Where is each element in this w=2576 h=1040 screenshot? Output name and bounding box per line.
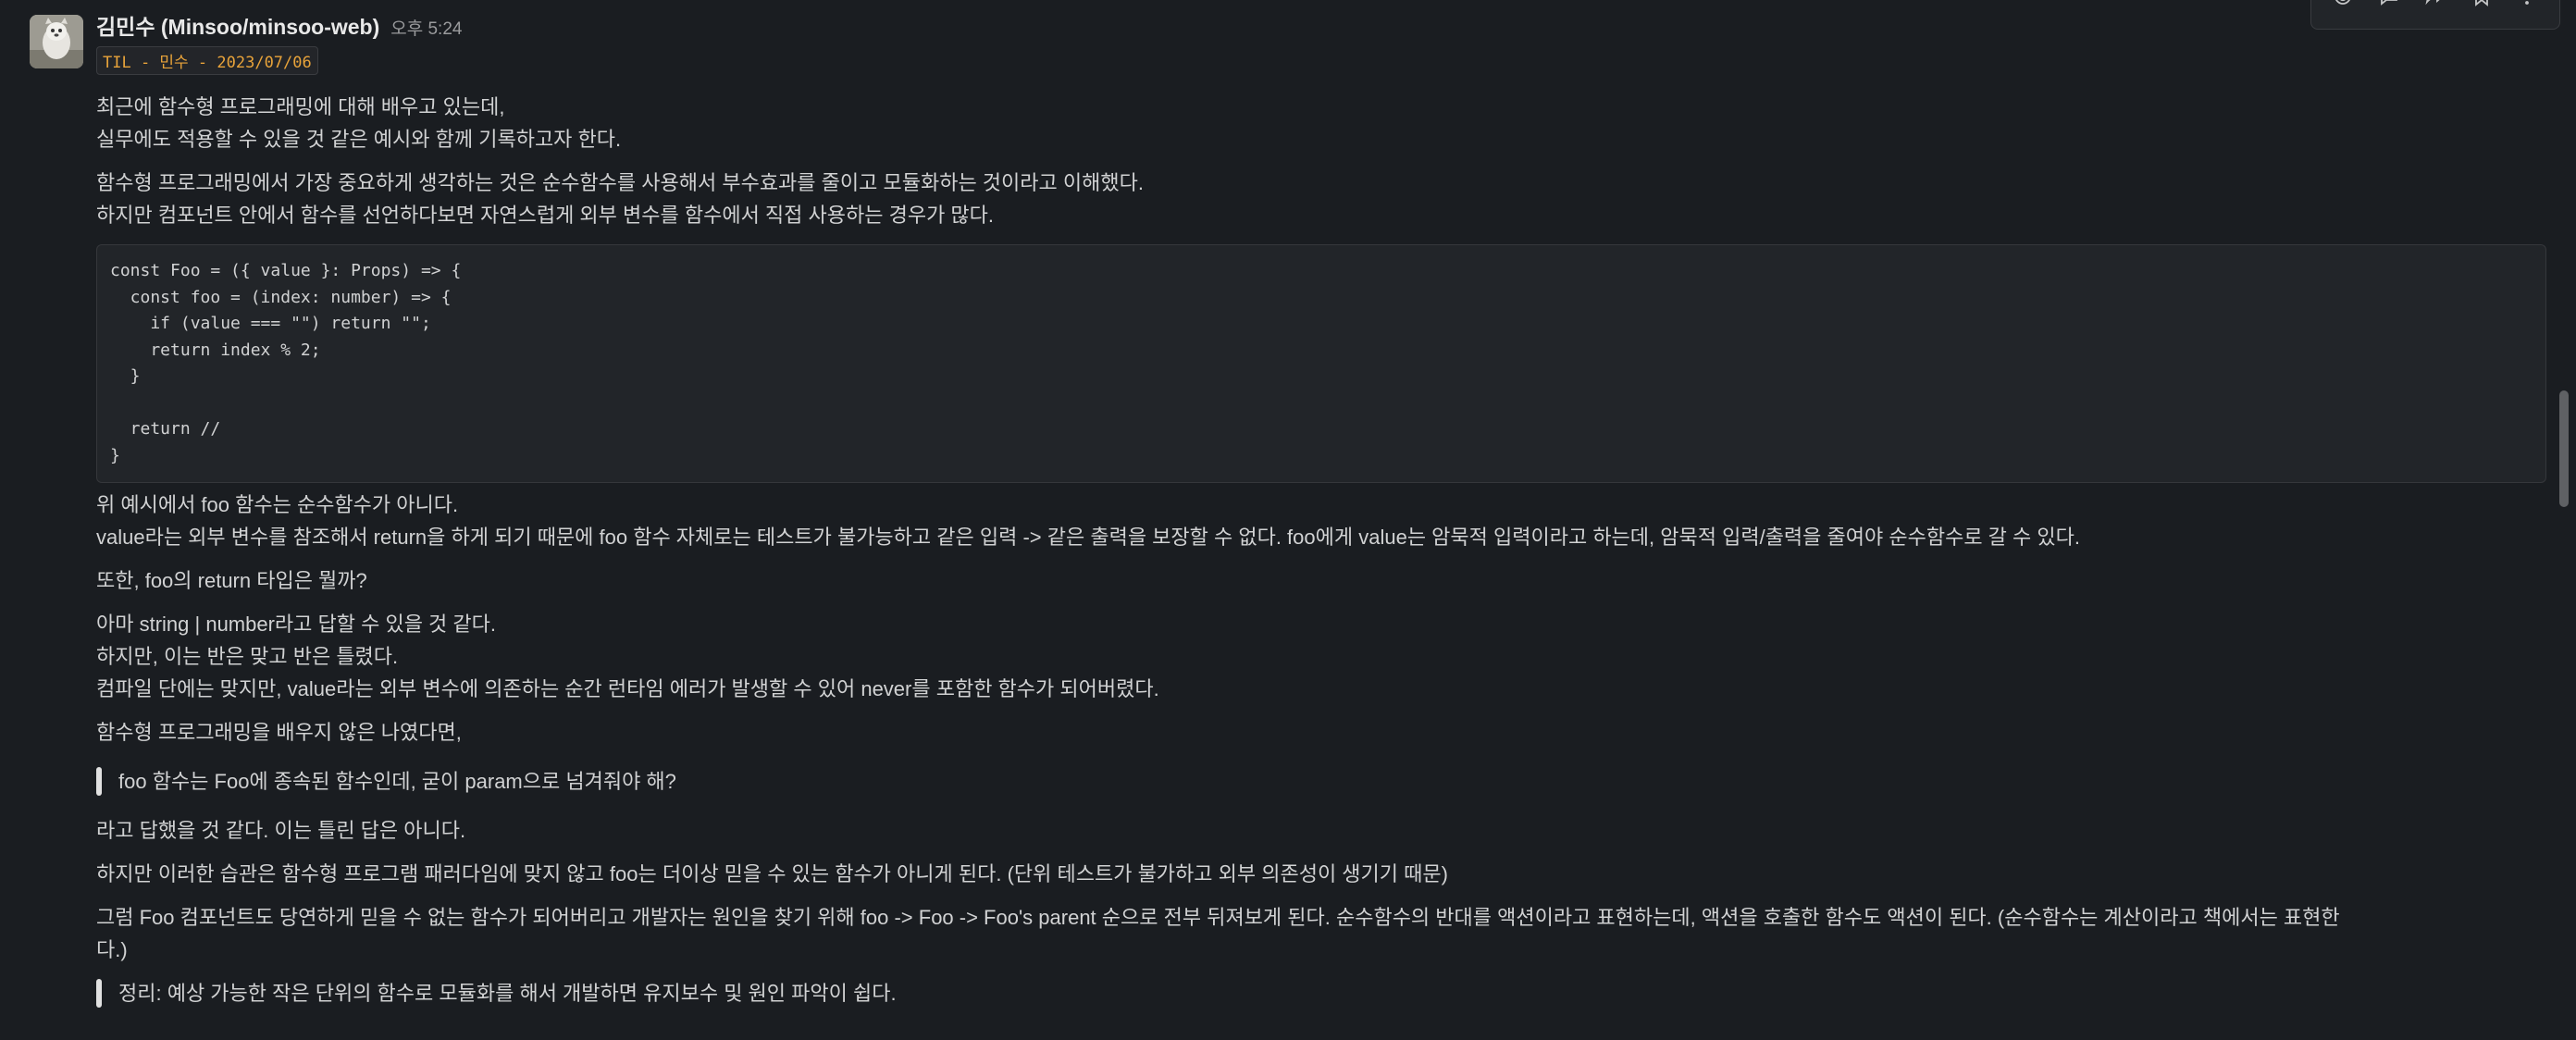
text-line: 하지만, 이는 반은 맞고 반은 틀렸다.: [96, 645, 399, 668]
blockquote-1: foo 함수는 Foo에 종속된 함수인데, 굳이 param으로 넘겨줘야 해…: [96, 765, 2539, 798]
more-actions-icon[interactable]: [2513, 0, 2541, 10]
paragraph-7: 라고 답했을 것 같다. 이는 틀린 답은 아니다.: [96, 814, 2539, 847]
save-bookmark-icon[interactable]: [2468, 0, 2496, 10]
code-block: const Foo = ({ value }: Props) => { cons…: [96, 244, 2546, 483]
paragraph-9: 그럼 Foo 컴포넌트도 당연하게 믿을 수 없는 함수가 되어버리고 개발자는…: [96, 901, 2539, 966]
code-line: return //: [110, 419, 221, 439]
paragraph-8: 하지만 이러한 습관은 함수형 프로그램 패러다임에 맞지 않고 foo는 더이…: [96, 858, 2539, 890]
text-line: value라는 외부 변수를 참조해서 return을 하게 되기 때문에 fo…: [96, 526, 2080, 549]
share-message-icon[interactable]: [2421, 0, 2449, 10]
tag-line: TIL - 민수 - 2023/07/06: [96, 46, 2539, 75]
message: 김민수 (Minsoo/minsoo-web) 오후 5:24 TIL - 민수…: [0, 0, 2576, 1040]
intro-paragraph: 최근에 함수형 프로그래밍에 대해 배우고 있는데, 실무에도 적용할 수 있을…: [96, 91, 2539, 155]
message-body: 김민수 (Minsoo/minsoo-web) 오후 5:24 TIL - 민수…: [96, 9, 2546, 1009]
text-line: 라고 답했을 것 같다. 이는 틀린 답은 아니다.: [96, 819, 466, 842]
message-timestamp[interactable]: 오후 5:24: [390, 15, 462, 40]
code-line: }: [110, 445, 120, 465]
text-line: 실무에도 적용할 수 있을 것 같은 예시와 함께 기록하고자 한다.: [96, 128, 622, 151]
paragraph-6: 함수형 프로그래밍을 배우지 않은 나였다면,: [96, 716, 2539, 749]
text-line: 하지만 컴포넌트 안에서 함수를 선언하다보면 자연스럽게 외부 변수를 함수에…: [96, 204, 995, 227]
avatar-image: [30, 15, 83, 68]
text-line: 최근에 함수형 프로그래밍에 대해 배우고 있는데,: [96, 95, 505, 118]
text-line: 또한, foo의 return 타입은 뭘까?: [96, 569, 367, 592]
code-line: [110, 390, 2533, 417]
til-tag: TIL - 민수 - 2023/07/06: [96, 46, 318, 75]
add-reaction-icon[interactable]: [2330, 0, 2358, 10]
text-line: 하지만 이러한 습관은 함수형 프로그램 패러다임에 맞지 않고 foo는 더이…: [96, 862, 1448, 885]
code-line: if (value === "") return "";: [110, 314, 431, 333]
avatar[interactable]: [30, 15, 83, 68]
code-line: }: [110, 366, 141, 386]
blockquote-2: 정리: 예상 가능한 작은 단위의 함수로 모듈화를 해서 개발하면 유지보수 …: [96, 977, 2539, 1009]
sender-name[interactable]: 김민수 (Minsoo/minsoo-web): [96, 9, 379, 41]
text-line: 위 예시에서 foo 함수는 순수함수가 아니다.: [96, 493, 459, 516]
text-line: 다.): [96, 938, 128, 961]
code-line: return index % 2;: [110, 340, 321, 360]
paragraph-5: 아마 string | number라고 답할 수 있을 것 같다. 하지만, …: [96, 608, 2539, 705]
text-line: 함수형 프로그래밍을 배우지 않은 나였다면,: [96, 721, 462, 744]
message-actions-toolbar: [2310, 0, 2560, 30]
text-line: 함수형 프로그래밍에서 가장 중요하게 생각하는 것은 순수함수를 사용해서 부…: [96, 171, 1144, 194]
paragraph-3: 위 예시에서 foo 함수는 순수함수가 아니다. value라는 외부 변수를…: [96, 489, 2539, 553]
paragraph-2: 함수형 프로그래밍에서 가장 중요하게 생각하는 것은 순수함수를 사용해서 부…: [96, 167, 2539, 231]
paragraph-4: 또한, foo의 return 타입은 뭘까?: [96, 564, 2539, 597]
text-line: 아마 string | number라고 답할 수 있을 것 같다.: [96, 613, 496, 636]
code-line: const Foo = ({ value }: Props) => {: [110, 261, 462, 280]
code-line: const foo = (index: number) => {: [110, 287, 452, 307]
message-header: 김민수 (Minsoo/minsoo-web) 오후 5:24: [96, 9, 2539, 44]
text-line: 컴파일 단에는 맞지만, value라는 외부 변수에 의존하는 순간 런타임 …: [96, 677, 1159, 700]
text-line: 그럼 Foo 컴포넌트도 당연하게 믿을 수 없는 함수가 되어버리고 개발자는…: [96, 906, 2340, 929]
quote-text: 정리: 예상 가능한 작은 단위의 함수로 모듈화를 해서 개발하면 유지보수 …: [118, 982, 897, 1005]
reply-in-thread-icon[interactable]: [2375, 0, 2403, 10]
quote-text: foo 함수는 Foo에 종속된 함수인데, 굳이 param으로 넘겨줘야 해…: [118, 770, 676, 793]
scrollbar-thumb[interactable]: [2559, 390, 2569, 507]
